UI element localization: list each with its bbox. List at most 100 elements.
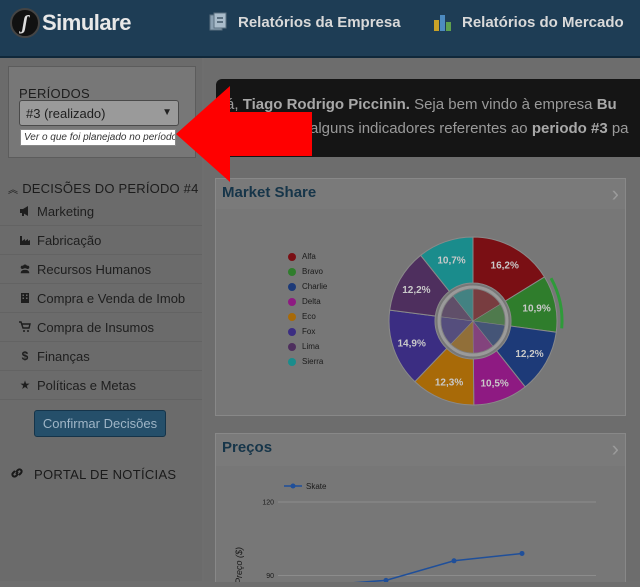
period-select[interactable]: #3 (realizado) ▼	[19, 100, 179, 126]
legend-label: Delta	[302, 297, 321, 306]
period-tooltip: Ver o que foi planejado no período	[20, 129, 176, 146]
legend-item-bravo[interactable]: Bravo	[288, 267, 323, 276]
precos-panel: Preços › 1209080Preço ($)Skate	[215, 433, 626, 587]
precos-chart-area: 1209080Preço ($)Skate	[216, 466, 625, 587]
decisoes-header[interactable]: ︽ DECISÕES DO PERÍODO #4	[8, 181, 199, 196]
legend-item-delta[interactable]: Delta	[288, 297, 321, 306]
confirm-decisions-button[interactable]: Confirmar Decisões	[34, 410, 166, 437]
welcome-text: Seja bem vindo à empresa	[409, 96, 597, 113]
market-share-pie-chart: 16,2% 10,9% 12,2% 10,5% 12,3% 14,9% 12,2% 10,7%	[388, 236, 564, 406]
y-tick-label: 90	[266, 573, 274, 580]
menu-item-label: Políticas e Metas	[37, 377, 136, 393]
menu-item-label: Compra e Venda de Imob	[37, 290, 186, 306]
pie-data-label: 12,2%	[515, 349, 543, 360]
legend-swatch	[288, 342, 296, 351]
menu-item-fabricacao[interactable]: Fabricação	[0, 226, 202, 255]
legend-label: Bravo	[302, 267, 323, 276]
legend-label: Fox	[302, 327, 316, 336]
menu-item-compra-venda-imob[interactable]: Compra e Venda de Imob	[0, 284, 202, 313]
series-point[interactable]	[519, 550, 525, 556]
legend-swatch	[288, 312, 296, 321]
menu-item-label: Marketing	[37, 203, 95, 219]
chevron-right-icon[interactable]: ›	[612, 181, 619, 207]
market-share-chart-area: Alfa Bravo Charlie Delta Eco Fox Lima Sierra 16…	[216, 209, 625, 415]
welcome-text-2: alguns indicadores referentes ao	[310, 120, 532, 137]
market-share-title: Market Share	[222, 184, 317, 201]
menu-item-label: Recursos Humanos	[37, 261, 152, 277]
legend-item-alfa[interactable]: Alfa	[288, 252, 316, 261]
legend-label-skate: Skate	[306, 482, 327, 491]
welcome-line-2: alguns indicadores referentes ao periodo…	[310, 120, 629, 137]
pie-data-label: 12,2%	[402, 285, 430, 296]
report-stack-icon	[209, 12, 227, 31]
chevron-down-icon: ▼	[162, 107, 172, 118]
series-line-skate	[317, 552, 523, 587]
nav-relatorios-mercado-label: Relatórios do Mercado	[462, 13, 624, 31]
legend-item-eco[interactable]: Eco	[288, 312, 316, 321]
menu-item-politicas-metas[interactable]: ★ Políticas e Metas	[0, 371, 202, 400]
nav-relatorios-empresa-label: Relatórios da Empresa	[238, 13, 401, 31]
chevron-right-icon[interactable]: ›	[612, 436, 619, 462]
menu-item-label: Fabricação	[37, 232, 102, 248]
legend-swatch	[288, 252, 296, 261]
period-reference: periodo #3	[531, 120, 608, 137]
legend-item-fox[interactable]: Fox	[288, 327, 315, 336]
nav-relatorios-empresa[interactable]: Relatórios da Empresa	[208, 10, 401, 34]
precos-title: Preços	[222, 439, 273, 456]
menu-item-label: Compra de Insumos	[37, 319, 155, 335]
top-navigation-bar: ʃ Simulare Relatórios da Empresa Relatór…	[0, 0, 640, 58]
nav-relatorios-mercado[interactable]: Relatórios do Mercado	[432, 10, 624, 34]
legend-label: Charlie	[302, 282, 328, 291]
pie-data-label: 10,9%	[522, 304, 550, 315]
logo-text: Simulare	[42, 10, 131, 35]
star-icon: ★	[19, 378, 31, 392]
legend-swatch	[288, 357, 296, 366]
legend-marker	[290, 483, 296, 489]
link-icon	[10, 466, 24, 483]
pie-data-label: 10,5%	[480, 378, 508, 389]
pie-data-label: 14,9%	[397, 339, 425, 350]
y-tick-label: 120	[262, 500, 274, 507]
factory-icon	[19, 234, 31, 246]
market-share-panel: Market Share › Alfa Bravo Charlie Delta Eco F…	[215, 178, 626, 416]
series-point[interactable]	[383, 577, 389, 583]
legend-label: Alfa	[302, 252, 316, 261]
legend-item-sierra[interactable]: Sierra	[288, 357, 323, 366]
series-point[interactable]	[451, 558, 457, 564]
cart-icon	[19, 321, 31, 333]
legend-item-charlie[interactable]: Charlie	[288, 282, 327, 291]
menu-item-label: Finanças	[37, 348, 90, 364]
decisions-menu: Marketing Fabricação Recursos Humanos Co…	[0, 197, 202, 400]
precos-line-chart: 1209080Preço ($)Skate	[234, 482, 596, 587]
portal-label: PORTAL DE NOTÍCIAS	[34, 467, 177, 482]
pie-data-label: 16,2%	[491, 260, 519, 271]
menu-item-financas[interactable]: $ Finanças	[0, 342, 202, 371]
period-select-value: #3 (realizado)	[26, 106, 106, 121]
menu-item-marketing[interactable]: Marketing	[0, 197, 202, 226]
pie-data-label: 10,7%	[437, 256, 465, 267]
company-name: Bu	[596, 96, 617, 113]
pie-data-label: 12,3%	[435, 377, 463, 388]
welcome-text-3: pa	[607, 120, 629, 137]
users-icon	[19, 263, 31, 275]
portal-noticias-link[interactable]: PORTAL DE NOTÍCIAS	[10, 466, 176, 483]
decisoes-title: DECISÕES DO PERÍODO #4	[22, 181, 199, 196]
red-arrow-pointer	[176, 86, 312, 182]
legend-item-lima[interactable]: Lima	[288, 342, 319, 351]
menu-item-compra-insumos[interactable]: Compra de Insumos	[0, 313, 202, 342]
legend-label: Eco	[302, 312, 316, 321]
double-chevron-up-icon: ︽	[8, 185, 19, 196]
logo-s-icon: ʃ	[10, 8, 40, 38]
legend-label: Sierra	[302, 357, 324, 366]
legend-swatch	[288, 297, 296, 306]
periodos-title: PERÍODOS	[19, 86, 91, 101]
bar-chart-icon	[434, 15, 451, 31]
menu-item-recursos-humanos[interactable]: Recursos Humanos	[0, 255, 202, 284]
megaphone-icon	[19, 205, 31, 217]
dollar-icon: $	[21, 349, 29, 363]
building-icon	[19, 292, 31, 304]
legend-swatch	[288, 327, 296, 336]
legend-swatch	[288, 282, 296, 291]
y-axis-title: Preço ($)	[234, 547, 244, 582]
legend-swatch	[288, 267, 296, 276]
